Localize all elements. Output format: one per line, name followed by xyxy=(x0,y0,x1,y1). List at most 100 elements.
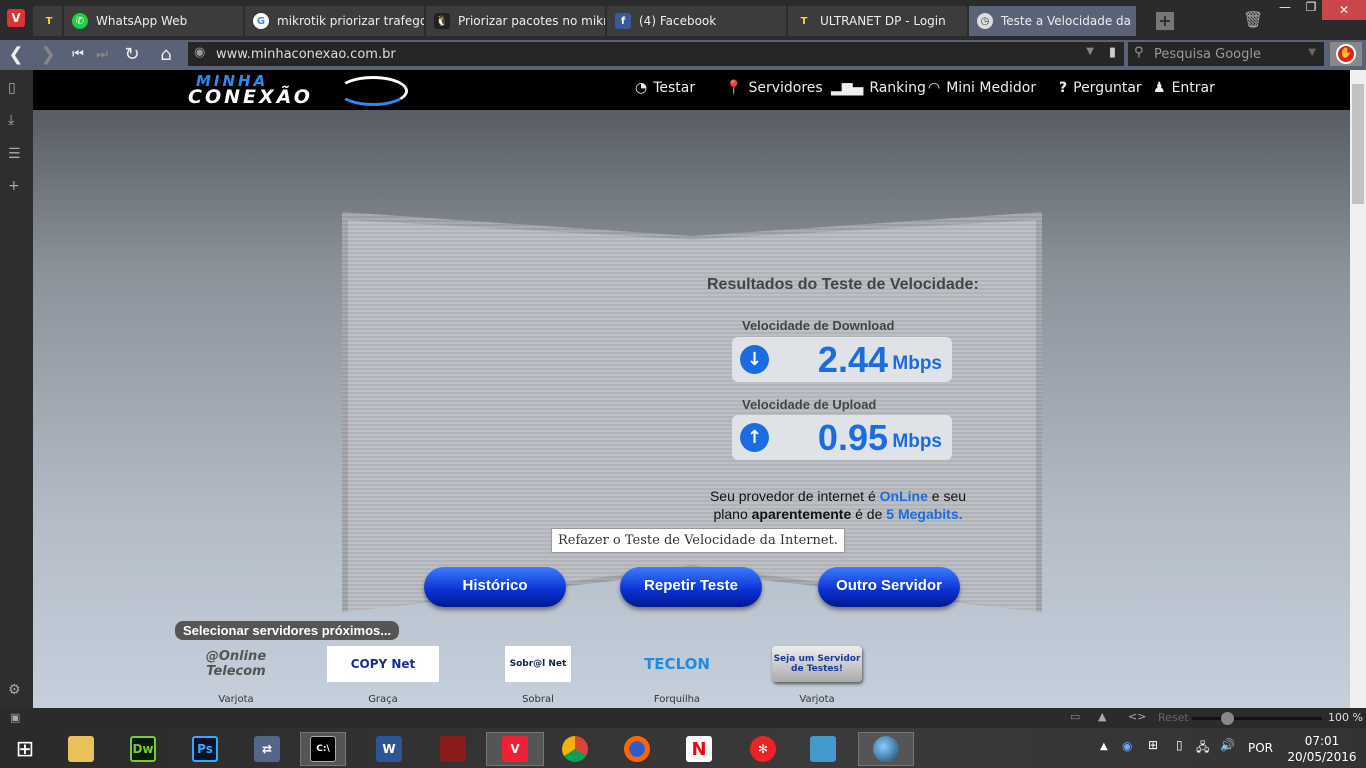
add-panel-icon[interactable]: + xyxy=(8,178,20,194)
menu-servidores[interactable]: 📍 Servidores xyxy=(725,80,823,96)
zoom-reset-button[interactable]: Reset xyxy=(1158,711,1189,724)
adblock-button[interactable]: ✋ xyxy=(1330,42,1362,66)
battery-icon[interactable]: ▯ xyxy=(1176,738,1183,752)
vivaldi-menu-button[interactable]: V xyxy=(7,9,25,27)
server-item[interactable]: Seja um Servidor de Testes! Varjota xyxy=(757,646,877,705)
arrow-up-icon: ↑ xyxy=(740,423,769,452)
upload-unit: Mbps xyxy=(892,431,942,452)
taskbar-file-explorer[interactable] xyxy=(58,732,104,766)
taskbar-cmd[interactable]: C:\ xyxy=(300,732,346,766)
tab-bar: V T ✆ WhatsApp Web Gmikrotik priorizar tr… xyxy=(0,0,1366,40)
zoom-slider-thumb[interactable] xyxy=(1221,712,1235,725)
menu-mini-medidor[interactable]: ◠ Mini Medidor xyxy=(928,80,1036,96)
tab-facebook[interactable]: f (4) Facebook xyxy=(607,6,787,36)
tab-priorizar[interactable]: 🐧 Priorizar pacotes no mikrotik xyxy=(426,6,606,36)
server-name: Varjota xyxy=(799,694,835,705)
tab-speedtest[interactable]: ◷ Teste a Velocidade da Internet xyxy=(969,6,1137,36)
tab-label: Priorizar pacotes no mikrotik xyxy=(458,14,606,28)
page-actions-icon[interactable]: <> xyxy=(1128,710,1146,723)
settings-icon[interactable]: ⚙ xyxy=(8,682,21,698)
bookmark-icon[interactable]: ▮ xyxy=(1109,45,1116,60)
taskbar-photoshop[interactable]: Ps xyxy=(182,732,228,766)
tab-google[interactable]: Gmikrotik priorizar trafego - Google xyxy=(245,6,425,36)
taskbar-network-tool[interactable]: ⇄ xyxy=(244,732,290,766)
taskbar-word[interactable]: W xyxy=(366,732,412,766)
taskbar-chrome[interactable] xyxy=(552,732,598,766)
tiling-icon[interactable]: ▭ xyxy=(1070,710,1080,723)
outro-servidor-button[interactable]: Outro Servidor xyxy=(818,567,960,607)
whatsapp-icon: ✆ xyxy=(72,13,88,29)
server-item[interactable]: COPY Net Graça xyxy=(323,646,443,705)
back-button[interactable]: ❮ xyxy=(4,44,28,65)
vertical-scrollbar[interactable] xyxy=(1350,70,1366,708)
taskbar-dota2[interactable] xyxy=(430,732,476,766)
clock[interactable]: 07:01 20/05/2016 xyxy=(1284,733,1360,765)
tab-ultranet-pinned[interactable]: T xyxy=(33,6,63,36)
downloads-icon[interactable]: ⤓ xyxy=(8,112,14,128)
zoom-slider[interactable] xyxy=(1192,712,1322,725)
historico-button[interactable]: Histórico xyxy=(424,567,566,607)
plan-bold: aparentemente xyxy=(751,506,852,522)
firefox-icon xyxy=(624,736,650,762)
taskbar-dreamweaver[interactable]: Dw xyxy=(120,732,166,766)
dropdown-icon[interactable]: ▼ xyxy=(1308,47,1316,58)
menu-entrar[interactable]: ♟ Entrar xyxy=(1153,80,1215,96)
menu-label: Entrar xyxy=(1171,80,1215,96)
forward-button[interactable]: ❯ xyxy=(36,44,60,65)
taskbar-firefox[interactable] xyxy=(614,732,660,766)
reload-button[interactable]: ↻ xyxy=(120,44,144,65)
new-tab-button[interactable]: + xyxy=(1156,12,1174,30)
taskbar-netflix[interactable]: N xyxy=(676,732,722,766)
rewind-button[interactable]: ⏮ xyxy=(66,47,90,62)
tab-ultranet[interactable]: T ULTRANET DP - Login xyxy=(788,6,968,36)
search-input[interactable]: ⚲ Pesquisa Google ▼ xyxy=(1128,42,1324,66)
url-field[interactable]: ◉ www.minhaconexao.com.br ▼ ▮ xyxy=(188,42,1124,66)
server-item[interactable]: @Online Telecom Varjota xyxy=(176,646,296,705)
start-button[interactable]: ⊞ xyxy=(2,732,48,766)
dropdown-icon[interactable]: ▼ xyxy=(1086,46,1094,57)
clock-date: 20/05/2016 xyxy=(1287,750,1357,764)
google-icon: G xyxy=(253,13,269,29)
site-logo[interactable]: MINHA CONEXÃO xyxy=(188,74,408,107)
scrollbar-thumb[interactable] xyxy=(1352,84,1364,204)
language-indicator[interactable]: POR xyxy=(1248,741,1273,755)
dreamweaver-icon: Dw xyxy=(130,736,156,762)
web-page: MINHA CONEXÃO ◔ Testar 📍 Servidores ▂▆▄ Ran… xyxy=(33,70,1350,708)
tab-whatsapp[interactable]: ✆ WhatsApp Web xyxy=(64,6,244,36)
upload-result: ↑ 0.95 Mbps xyxy=(732,415,952,460)
speedometer-icon: ◷ xyxy=(977,13,993,29)
become-server-logo: Seja um Servidor de Testes! xyxy=(772,646,862,682)
taskbar-globe-app[interactable] xyxy=(858,732,914,766)
trash-icon[interactable]: 🗑 xyxy=(1243,10,1263,29)
windows-icon[interactable]: ⊞ xyxy=(1148,738,1158,752)
menu-label: Ranking xyxy=(869,80,926,96)
photoshop-icon: Ps xyxy=(192,736,218,762)
provider-name: OnLine xyxy=(879,488,928,504)
repetir-teste-button[interactable]: Repetir Teste xyxy=(620,567,762,607)
menu-ranking[interactable]: ▂▆▄ Ranking xyxy=(831,80,926,96)
show-hidden-icons[interactable]: ▲ xyxy=(1100,741,1108,752)
taskbar-vivaldi[interactable]: V xyxy=(486,732,544,766)
images-icon[interactable]: ▲ xyxy=(1098,710,1106,723)
network-icon[interactable]: 🖧 xyxy=(1196,738,1209,759)
download-value: 2.44 xyxy=(817,339,888,380)
volume-icon[interactable]: 🔊 xyxy=(1220,738,1235,752)
notes-icon[interactable]: ☰ xyxy=(8,146,21,162)
taskbar-control-panel[interactable] xyxy=(800,732,846,766)
taskbar-app[interactable]: ✻ xyxy=(740,732,786,766)
server-item[interactable]: TECLON Forquilha xyxy=(617,646,737,705)
bookmarks-icon[interactable]: ▯ xyxy=(8,80,16,96)
menu-label: Perguntar xyxy=(1073,80,1142,96)
tab-label: mikrotik priorizar trafego - Google xyxy=(277,14,425,28)
home-button[interactable]: ⌂ xyxy=(154,44,178,65)
dota2-icon xyxy=(440,736,466,762)
menu-testar[interactable]: ◔ Testar xyxy=(635,80,695,96)
steam-icon[interactable]: ◉ xyxy=(1122,739,1132,753)
menu-perguntar[interactable]: ? Perguntar xyxy=(1059,80,1142,96)
fast-forward-button[interactable]: ⏭ xyxy=(90,47,114,62)
plan-value: 5 Megabits. xyxy=(886,506,963,522)
panel-toggle-icon[interactable]: ▣ xyxy=(10,711,20,724)
close-button[interactable]: ✕ xyxy=(1322,0,1366,20)
results-title: Resultados do Teste de Velocidade: xyxy=(707,276,979,293)
server-item[interactable]: Sobr@l Net Sobral xyxy=(478,646,598,705)
